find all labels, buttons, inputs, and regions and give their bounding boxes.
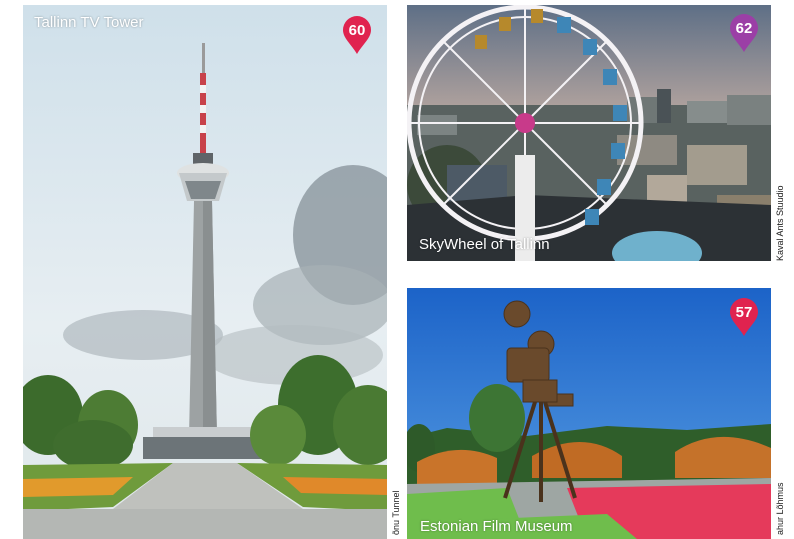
tv-tower-photo [23, 5, 387, 539]
tv-tower-image [23, 5, 387, 539]
film-museum-caption: Estonian Film Museum [420, 518, 573, 535]
film-museum-image [407, 288, 771, 539]
tv-tower-number: 60 [348, 22, 366, 39]
skywheel-image [407, 5, 771, 261]
film-museum-number-pin: 57 [729, 298, 759, 336]
tv-tower-caption: Tallinn TV Tower [34, 14, 144, 31]
skywheel-number-pin: 62 [729, 14, 759, 52]
tv-tower-number-pin: 60 [342, 16, 372, 54]
skywheel-photo-credit: Kaval Ants Stuudio [775, 185, 785, 261]
film-museum-number: 57 [735, 304, 753, 321]
skywheel-photo [407, 5, 771, 261]
tv-tower-photo-credit: õnu Tunnel [391, 490, 401, 535]
skywheel-caption: SkyWheel of Tallinn [419, 236, 550, 253]
film-museum-photo-credit: ahur Lõhmus [775, 482, 785, 535]
skywheel-number: 62 [735, 20, 753, 37]
film-museum-photo [407, 288, 771, 539]
